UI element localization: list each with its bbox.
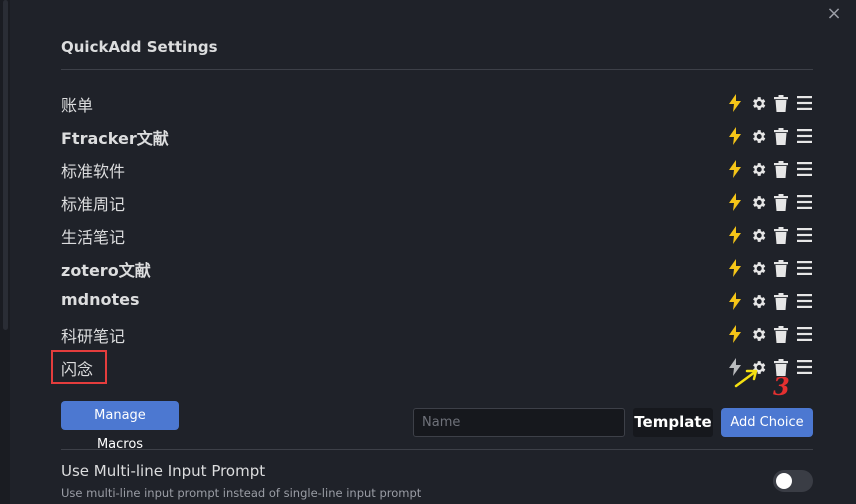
trash-icon[interactable] xyxy=(772,258,790,278)
manage-macros-button[interactable]: Manage Macros xyxy=(61,401,179,452)
choice-label: zotero文献 xyxy=(61,261,151,280)
choice-label: Ftracker文献 xyxy=(61,129,169,148)
drag-handle-icon[interactable] xyxy=(795,324,813,344)
choice-row[interactable]: 科研笔记 xyxy=(61,318,813,351)
drag-handle-icon[interactable] xyxy=(795,357,813,377)
multiline-toggle[interactable] xyxy=(773,470,813,492)
scrollbar[interactable] xyxy=(3,0,8,330)
lightning-icon[interactable] xyxy=(726,324,744,344)
choice-row[interactable]: 生活笔记 xyxy=(61,219,813,252)
gear-icon[interactable] xyxy=(749,225,767,245)
choice-label: 标准周记 xyxy=(61,195,126,214)
choice-row[interactable]: mdnotes xyxy=(61,285,813,318)
choice-label: 标准软件 xyxy=(61,162,126,181)
divider xyxy=(61,449,813,450)
drag-handle-icon[interactable] xyxy=(795,291,813,311)
choice-label: 生活笔记 xyxy=(61,228,126,247)
choice-row[interactable]: 闪念 xyxy=(61,351,813,384)
choice-actions xyxy=(726,91,813,115)
choice-row[interactable]: Ftracker文献 xyxy=(61,120,813,153)
annotation-number: 3 xyxy=(773,372,790,401)
choice-label: 账单 xyxy=(61,96,94,115)
drag-handle-icon[interactable] xyxy=(795,258,813,278)
choice-label: 科研笔记 xyxy=(61,327,126,346)
drag-handle-icon[interactable] xyxy=(795,192,813,212)
gear-icon[interactable] xyxy=(749,291,767,311)
divider xyxy=(61,69,813,70)
drag-handle-icon[interactable] xyxy=(795,93,813,113)
name-input[interactable] xyxy=(413,408,625,437)
choice-actions xyxy=(726,190,813,214)
setting-name: Use Multi-line Input Prompt xyxy=(61,462,266,480)
left-edge xyxy=(0,0,10,504)
page-title: QuickAdd Settings xyxy=(61,38,218,56)
annotation-arrow-icon xyxy=(734,369,758,388)
drag-handle-icon[interactable] xyxy=(795,225,813,245)
gear-icon[interactable] xyxy=(749,258,767,278)
gear-icon[interactable] xyxy=(749,93,767,113)
drag-handle-icon[interactable] xyxy=(795,159,813,179)
choice-actions xyxy=(726,157,813,181)
choice-label: mdnotes xyxy=(61,290,140,309)
choice-row[interactable]: 账单 xyxy=(61,87,813,120)
highlight-box xyxy=(51,350,107,384)
choice-actions xyxy=(726,223,813,247)
choice-actions xyxy=(726,322,813,346)
lightning-icon[interactable] xyxy=(726,93,744,113)
lightning-icon[interactable] xyxy=(726,225,744,245)
lightning-icon[interactable] xyxy=(726,126,744,146)
lightning-icon[interactable] xyxy=(726,291,744,311)
settings-panel: QuickAdd Settings 账单 Ftracker文献 标准软件标准周记生活… xyxy=(51,0,813,504)
lightning-icon[interactable] xyxy=(726,159,744,179)
drag-handle-icon[interactable] xyxy=(795,126,813,146)
lightning-icon[interactable] xyxy=(726,192,744,212)
choice-actions xyxy=(726,289,813,313)
add-choice-button[interactable]: Add Choice xyxy=(721,408,813,437)
gear-icon[interactable] xyxy=(749,192,767,212)
trash-icon[interactable] xyxy=(772,93,790,113)
trash-icon[interactable] xyxy=(772,126,790,146)
trash-icon[interactable] xyxy=(772,159,790,179)
setting-description: Use multi-line input prompt instead of s… xyxy=(61,486,422,500)
trash-icon[interactable] xyxy=(772,192,790,212)
choice-actions xyxy=(726,256,813,280)
gear-icon[interactable] xyxy=(749,159,767,179)
trash-icon[interactable] xyxy=(772,225,790,245)
toggle-knob xyxy=(776,473,792,489)
gear-icon[interactable] xyxy=(749,126,767,146)
choice-actions xyxy=(726,124,813,148)
lightning-icon[interactable] xyxy=(726,258,744,278)
trash-icon[interactable] xyxy=(772,291,790,311)
choice-row[interactable]: zotero文献 xyxy=(61,252,813,285)
gear-icon[interactable] xyxy=(749,324,767,344)
choice-row[interactable]: 标准周记 xyxy=(61,186,813,219)
choice-type-select[interactable]: Template xyxy=(633,408,713,437)
close-icon[interactable]: × xyxy=(824,4,844,24)
choice-row[interactable]: 标准软件 xyxy=(61,153,813,186)
trash-icon[interactable] xyxy=(772,324,790,344)
